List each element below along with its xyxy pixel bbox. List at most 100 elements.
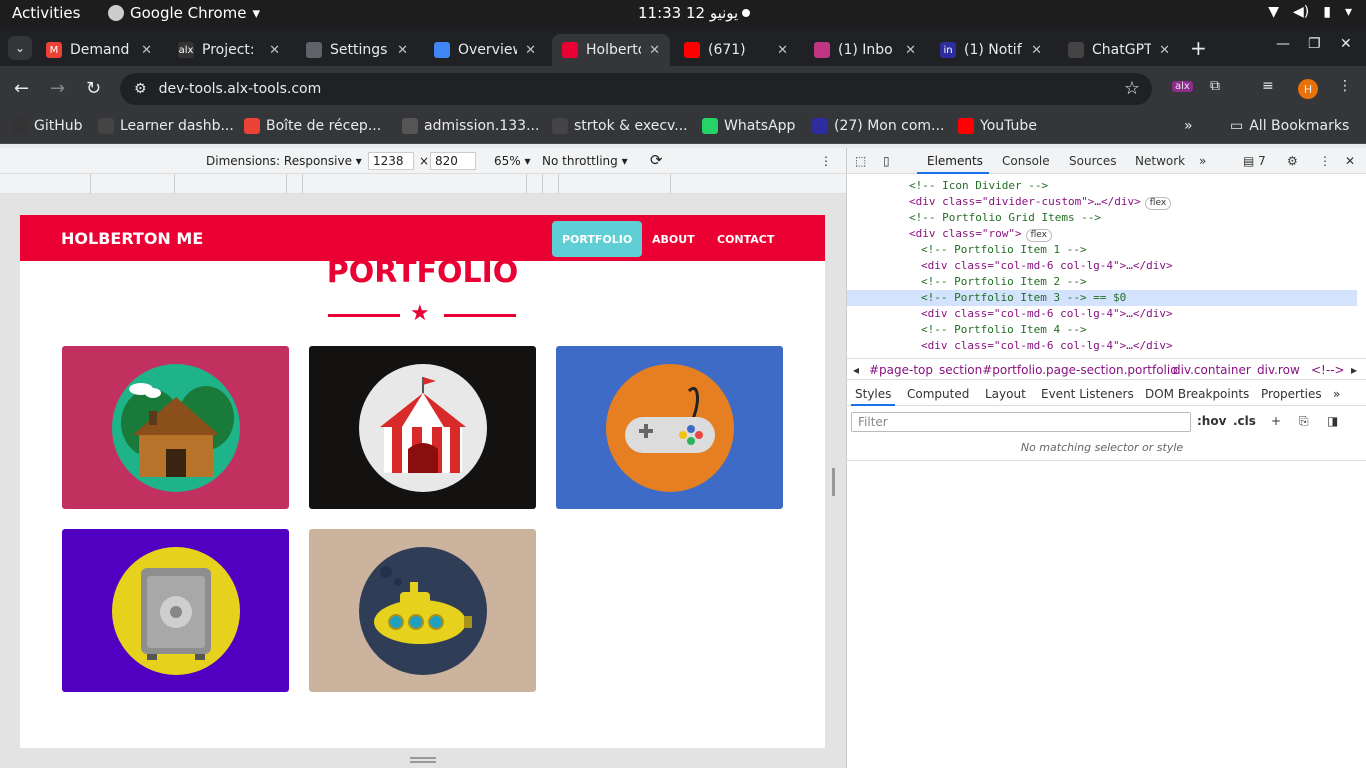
maximize-button[interactable]: ❐: [1308, 36, 1321, 52]
clock[interactable]: 11:33 12 يونيو: [638, 4, 738, 22]
styles-filter-input[interactable]: Filter: [851, 412, 1191, 432]
tab-close-icon[interactable]: ✕: [649, 43, 660, 58]
dom-node[interactable]: <!-- Icon Divider -->: [847, 178, 1357, 194]
tab-close-icon[interactable]: ✕: [269, 43, 280, 58]
dom-node[interactable]: <div class="row"> flex: [847, 226, 1357, 242]
more-subtabs-chevron-icon[interactable]: »: [1333, 387, 1340, 401]
dom-node[interactable]: <div class="col-md-6 col-lg-4">…</div>: [847, 258, 1357, 274]
close-window-button[interactable]: ✕: [1340, 36, 1352, 52]
breadcrumb-item[interactable]: section#portfolio.page-section.portfolio: [939, 363, 1178, 377]
devtools-menu-icon[interactable]: ⋮: [1319, 154, 1331, 168]
toggle-sidebar-icon[interactable]: ◨: [1327, 414, 1338, 428]
media-controls-icon[interactable]: ≡: [1262, 78, 1274, 94]
dom-node[interactable]: <div class="col-md-6 col-lg-4">…</div>: [847, 338, 1357, 354]
rotate-icon[interactable]: ⟳: [650, 151, 663, 169]
bookmark-star-icon[interactable]: ☆: [1124, 78, 1140, 99]
all-bookmarks-button[interactable]: ▭ All Bookmarks: [1230, 118, 1349, 134]
more-bookmarks-chevron-icon[interactable]: »: [1184, 118, 1193, 134]
profile-avatar[interactable]: H: [1298, 79, 1318, 99]
tab-elements[interactable]: Elements: [927, 154, 983, 168]
breadcrumb-item[interactable]: div.container: [1173, 363, 1251, 377]
layout-badge[interactable]: flex: [1144, 197, 1172, 210]
tab-close-icon[interactable]: ✕: [905, 43, 916, 58]
reload-button[interactable]: ↻: [86, 78, 101, 99]
more-tabs-chevron-icon[interactable]: »: [1199, 154, 1206, 168]
dom-node[interactable]: <!-- Portfolio Grid Items -->: [847, 210, 1357, 226]
system-tray[interactable]: ▼ ◀) ▮ ▾: [1268, 4, 1352, 20]
breadcrumb-item[interactable]: div.row: [1257, 363, 1300, 377]
breadcrumb-scroll-right-icon[interactable]: ▸: [1351, 363, 1357, 377]
throttle-dropdown[interactable]: No throttling ▾: [542, 154, 628, 168]
issues-counter[interactable]: ▤ 7: [1243, 154, 1266, 168]
chrome-menu-icon[interactable]: ⋮: [1338, 78, 1352, 94]
bookmark-item[interactable]: Learner dashb...: [98, 118, 234, 134]
tab-close-icon[interactable]: ✕: [1031, 43, 1042, 58]
bookmark-item[interactable]: (27) Mon com...: [812, 118, 944, 134]
dimensions-dropdown[interactable]: Dimensions: Responsive ▾: [206, 154, 362, 168]
tab-1[interactable]: alx Project: ✕: [168, 34, 290, 66]
bookmark-item[interactable]: GitHub: [12, 118, 83, 134]
dom-node[interactable]: <!-- Portfolio Item 4 -->: [847, 322, 1357, 338]
alx-extension-icon[interactable]: alx: [1172, 81, 1193, 92]
tab-close-icon[interactable]: ✕: [397, 43, 408, 58]
portfolio-item-game-controller[interactable]: [556, 346, 783, 509]
close-devtools-icon[interactable]: ✕: [1345, 154, 1355, 168]
activities-button[interactable]: Activities: [12, 4, 80, 22]
dom-node[interactable]: <div class="col-md-6 col-lg-4">…</div>: [847, 306, 1357, 322]
bookmark-item[interactable]: strtok & execv...: [552, 118, 688, 134]
dom-tree[interactable]: <!-- Icon Divider --> <div class="divider…: [847, 178, 1357, 354]
portfolio-item-circus[interactable]: [309, 346, 536, 509]
media-query-ruler[interactable]: [0, 174, 846, 194]
bookmark-item[interactable]: admission.133...: [402, 118, 539, 134]
width-input[interactable]: 1238: [368, 152, 414, 170]
tab-close-icon[interactable]: ✕: [525, 43, 536, 58]
hover-state-toggle[interactable]: :hov: [1197, 414, 1226, 428]
app-menu[interactable]: Google Chrome ▾: [108, 4, 260, 22]
tab-6[interactable]: (1) Inbo ✕: [804, 34, 926, 66]
tab-8[interactable]: ChatGPT ✕: [1058, 34, 1180, 66]
portfolio-item-submarine[interactable]: [309, 529, 536, 692]
dom-node[interactable]: <!-- Portfolio Item 3 --> == $0: [847, 290, 1357, 306]
rendering-emulation-icon[interactable]: ⎘: [1299, 414, 1309, 429]
tab-7[interactable]: in (1) Notif ✕: [930, 34, 1052, 66]
viewport-resize-handle-right[interactable]: [832, 468, 835, 496]
tab-network[interactable]: Network: [1135, 154, 1185, 168]
height-input[interactable]: 820: [430, 152, 476, 170]
tab-3[interactable]: Overview ✕: [424, 34, 546, 66]
subtab-styles[interactable]: Styles: [855, 387, 891, 401]
subtab-layout[interactable]: Layout: [985, 387, 1026, 401]
bookmark-item[interactable]: YouTube: [958, 118, 1037, 134]
portfolio-item-cabin[interactable]: [62, 346, 289, 509]
breadcrumb-item[interactable]: <!-->: [1311, 363, 1345, 377]
tab-4[interactable]: Holberto ✕: [552, 34, 670, 66]
nav-portfolio[interactable]: PORTFOLIO: [552, 221, 643, 257]
tab-search-button[interactable]: ⌄: [8, 36, 32, 60]
dom-node[interactable]: <div class="divider-custom">…</div> flex: [847, 194, 1357, 210]
more-options-icon[interactable]: ⋮: [820, 154, 832, 168]
extensions-puzzle-icon[interactable]: ⧉: [1210, 78, 1220, 94]
tab-close-icon[interactable]: ✕: [141, 43, 152, 58]
forward-button[interactable]: →: [50, 78, 65, 99]
tab-console[interactable]: Console: [1002, 154, 1050, 168]
tab-close-icon[interactable]: ✕: [777, 43, 788, 58]
dom-node[interactable]: <!-- Portfolio Item 2 -->: [847, 274, 1357, 290]
viewport-resize-handle-bottom[interactable]: [0, 748, 846, 768]
portfolio-item-safe[interactable]: [62, 529, 289, 692]
subtab-properties[interactable]: Properties: [1261, 387, 1322, 401]
minimize-button[interactable]: —: [1276, 36, 1290, 52]
nav-about[interactable]: ABOUT: [642, 221, 705, 257]
site-brand[interactable]: HOLBERTON ME: [61, 229, 203, 248]
omnibox[interactable]: ⚙ dev-tools.alx-tools.com ☆: [120, 73, 1152, 105]
breadcrumb-item[interactable]: #page-top: [869, 363, 933, 377]
subtab-computed[interactable]: Computed: [907, 387, 969, 401]
layout-badge[interactable]: flex: [1025, 229, 1052, 242]
dom-node[interactable]: <!-- Portfolio Item 1 -->: [847, 242, 1357, 258]
tab-sources[interactable]: Sources: [1069, 154, 1116, 168]
bookmark-item[interactable]: WhatsApp: [702, 118, 795, 134]
inspect-element-icon[interactable]: ⬚: [855, 154, 866, 168]
tab-5[interactable]: (671) ✕: [674, 34, 798, 66]
url-text[interactable]: dev-tools.alx-tools.com: [159, 81, 322, 97]
site-info-icon[interactable]: ⚙: [134, 81, 147, 97]
settings-gear-icon[interactable]: ⚙: [1287, 154, 1298, 168]
device-toggle-icon[interactable]: ▯: [883, 154, 890, 168]
